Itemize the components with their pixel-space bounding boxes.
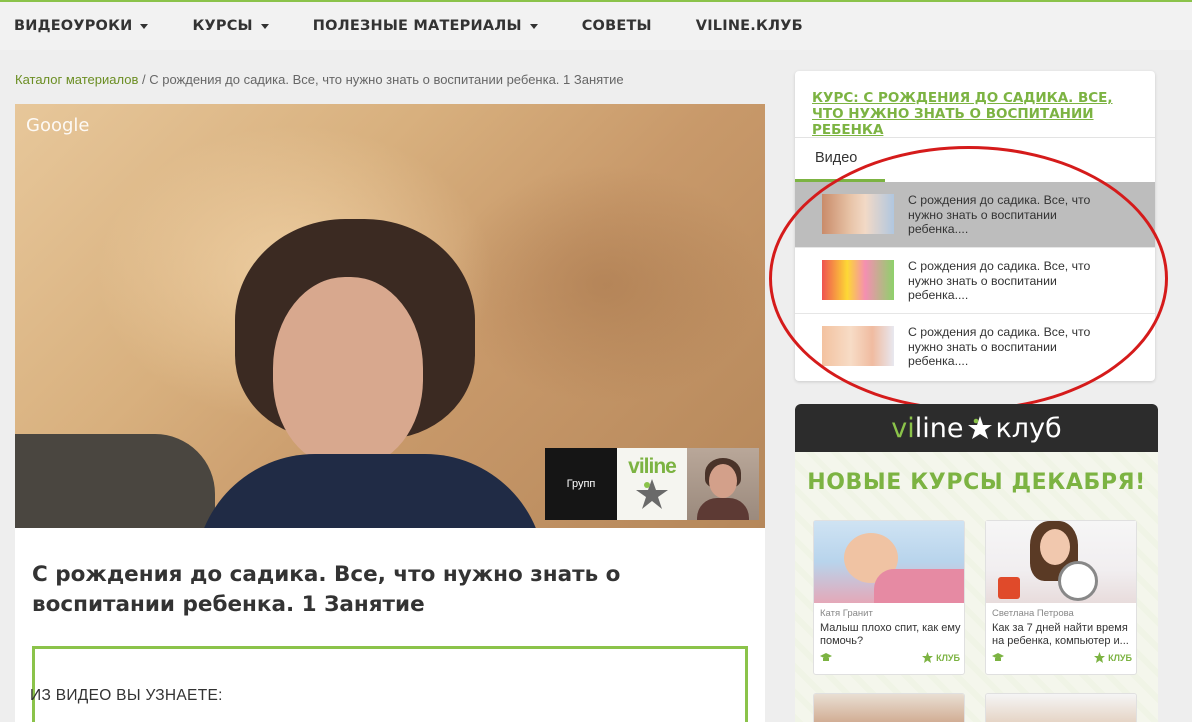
course-video-list: С рождения до садика. Все, что нужно зна… bbox=[795, 182, 1155, 380]
tab-video[interactable]: Видео bbox=[815, 150, 857, 166]
nav-item-label: КУРСЫ bbox=[192, 18, 253, 34]
breadcrumb: Каталог материалов / С рождения до садик… bbox=[15, 72, 624, 87]
viline-star-icon bbox=[636, 479, 668, 509]
article-title: С рождения до садика. Все, что нужно зна… bbox=[32, 562, 621, 617]
learn-heading: ИЗ ВИДЕО ВЫ УЗНАЕТЕ: bbox=[30, 687, 223, 704]
cup-image bbox=[998, 577, 1020, 599]
course-title-link[interactable]: КУРС: С РОЖДЕНИЯ ДО САДИКА. ВСЕ, ЧТО НУЖ… bbox=[812, 90, 1132, 138]
graduation-cap-icon bbox=[820, 653, 832, 661]
club-logo-vi: vi bbox=[891, 412, 915, 444]
nav-item-label: ПОЛЕЗНЫЕ МАТЕРИАЛЫ bbox=[312, 18, 522, 34]
participant-face bbox=[709, 464, 737, 498]
club-logo: vi line клуб bbox=[891, 413, 1061, 444]
video-thumbnail bbox=[822, 326, 894, 366]
club-course-card[interactable] bbox=[985, 693, 1137, 722]
course-video-item[interactable]: С рождения до садика. Все, что нужно зна… bbox=[795, 248, 1155, 314]
pip-logo-text: viline bbox=[628, 455, 677, 478]
card-footer: КЛУБ bbox=[820, 652, 960, 666]
breadcrumb-catalog-link[interactable]: Каталог материалов bbox=[15, 72, 138, 87]
club-tag-label: КЛУБ bbox=[936, 652, 960, 663]
nav-item-label: СОВЕТЫ bbox=[581, 18, 652, 34]
card-image bbox=[814, 521, 964, 603]
caret-down-icon bbox=[260, 23, 269, 29]
course-video-item[interactable]: С рождения до садика. Все, что нужно зна… bbox=[795, 182, 1155, 248]
club-tag: КЛУБ bbox=[922, 652, 960, 663]
nav-item-label: VILINE.КЛУБ bbox=[695, 18, 803, 34]
speaker-face bbox=[273, 277, 423, 467]
club-banner[interactable]: vi line клуб НОВЫЕ КУРСЫ ДЕКАБРЯ! Катя Гр… bbox=[795, 404, 1158, 722]
card-footer: КЛУБ bbox=[992, 652, 1132, 666]
graduation-cap-icon bbox=[992, 653, 1004, 661]
club-logo-line: line bbox=[914, 412, 964, 444]
course-panel: КУРС: С РОЖДЕНИЯ ДО САДИКА. ВСЕ, ЧТО НУЖ… bbox=[795, 71, 1155, 381]
learn-box bbox=[32, 646, 748, 722]
club-star-icon bbox=[1094, 652, 1106, 663]
nav-item-videolessons[interactable]: ВИДЕОУРОКИ bbox=[14, 18, 149, 34]
video-speaker bbox=[195, 199, 545, 528]
card-image bbox=[986, 694, 1136, 722]
speaker-body bbox=[195, 454, 545, 528]
divider bbox=[795, 137, 1155, 138]
nav-item-club[interactable]: VILINE.КЛУБ bbox=[696, 18, 803, 34]
pip-group-label: Групп bbox=[566, 478, 596, 490]
video-player[interactable]: Google Групп viline bbox=[15, 104, 765, 528]
card-title: Малыш плохо спит, как ему помочь? bbox=[820, 622, 961, 647]
club-star-icon bbox=[922, 652, 934, 663]
girl-face bbox=[1040, 529, 1070, 565]
card-title: Как за 7 дней найти время на ребенка, ко… bbox=[992, 622, 1129, 647]
video-item-title: С рождения до садика. Все, что нужно зна… bbox=[908, 193, 1091, 236]
card-author: Катя Гранит bbox=[820, 608, 873, 619]
caret-down-icon bbox=[140, 23, 149, 29]
blanket bbox=[874, 569, 964, 603]
club-course-card[interactable]: Светлана Петрова Как за 7 дней найти вре… bbox=[985, 520, 1137, 675]
nav-item-label: ВИДЕОУРОКИ bbox=[14, 18, 133, 34]
course-video-item[interactable]: С рождения до садика. Все, что нужно зна… bbox=[795, 314, 1155, 380]
club-header: vi line клуб bbox=[795, 404, 1158, 452]
club-headline: НОВЫЕ КУРСЫ ДЕКАБРЯ! bbox=[807, 470, 1146, 495]
club-tag: КЛУБ bbox=[1094, 652, 1132, 663]
video-item-title: С рождения до садика. Все, что нужно зна… bbox=[908, 259, 1091, 302]
club-logo-club: клуб bbox=[995, 412, 1062, 444]
club-tag-label: КЛУБ bbox=[1108, 652, 1132, 663]
card-author: Светлана Петрова bbox=[992, 608, 1074, 619]
video-item-title: С рождения до садика. Все, что нужно зна… bbox=[908, 325, 1091, 368]
video-thumbnail bbox=[822, 194, 894, 234]
video-thumbnail bbox=[822, 260, 894, 300]
nav-item-tips[interactable]: СОВЕТЫ bbox=[582, 18, 652, 34]
pip-viline-logo-tile[interactable]: viline bbox=[617, 448, 687, 520]
pip-participant-camera[interactable] bbox=[687, 448, 759, 520]
breadcrumb-separator: / bbox=[138, 72, 150, 87]
clock-image bbox=[1058, 561, 1098, 601]
participant-body bbox=[697, 498, 749, 520]
caret-down-icon bbox=[529, 23, 538, 29]
club-course-card[interactable] bbox=[813, 693, 965, 722]
google-watermark: Google bbox=[26, 115, 90, 136]
article-panel: С рождения до садика. Все, что нужно зна… bbox=[15, 528, 765, 722]
background-couch bbox=[15, 434, 215, 528]
main-nav: ВИДЕОУРОКИ КУРСЫ ПОЛЕЗНЫЕ МАТЕРИАЛЫ СОВЕ… bbox=[0, 2, 1192, 50]
nav-item-courses[interactable]: КУРСЫ bbox=[192, 18, 269, 34]
viline-star-icon bbox=[967, 416, 992, 439]
breadcrumb-current: С рождения до садика. Все, что нужно зна… bbox=[149, 72, 624, 87]
club-course-card[interactable]: Катя Гранит Малыш плохо спит, как ему по… bbox=[813, 520, 965, 675]
nav-item-materials[interactable]: ПОЛЕЗНЫЕ МАТЕРИАЛЫ bbox=[313, 18, 538, 34]
card-image bbox=[986, 521, 1136, 603]
pip-group-tile[interactable]: Групп bbox=[545, 448, 617, 520]
card-image bbox=[814, 694, 964, 722]
